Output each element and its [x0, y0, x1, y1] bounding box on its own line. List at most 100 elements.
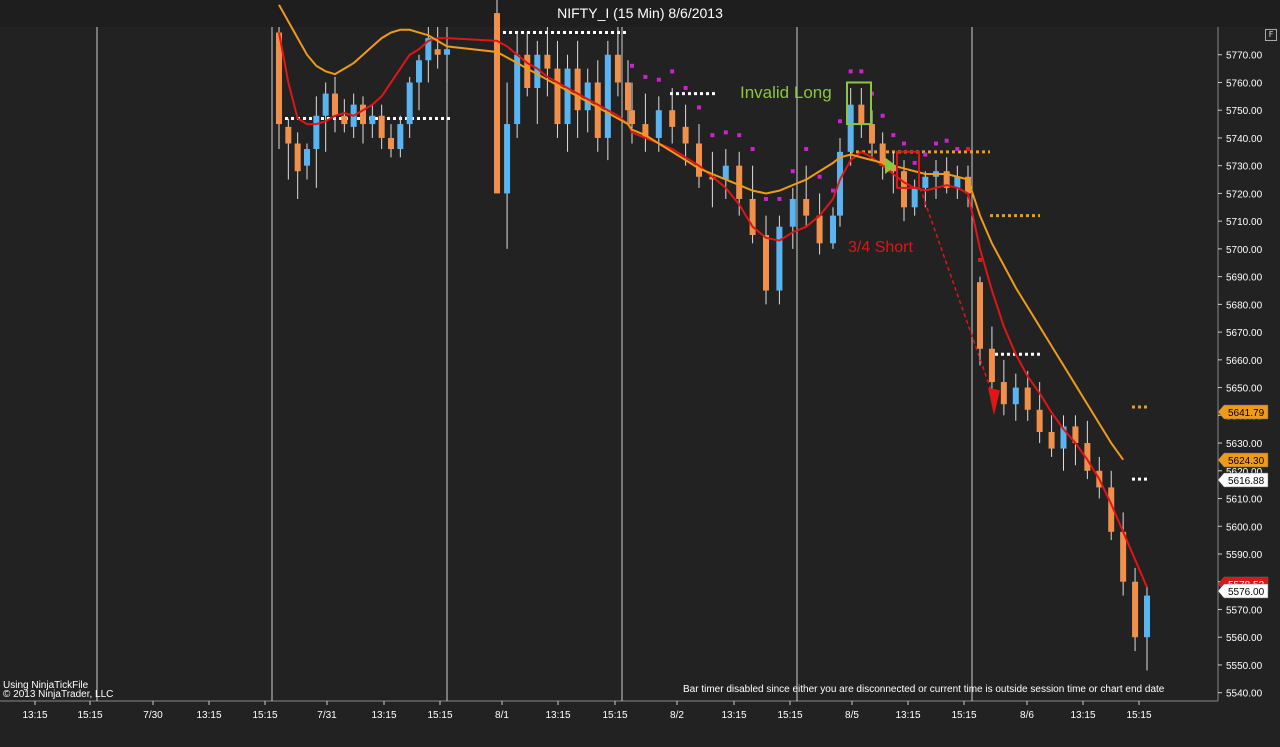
sar-dot: [859, 69, 864, 74]
x-axis: 13:15 15:15 7/30 13:15 15:15 7/31 13:15 15:15 8/…: [22, 701, 1152, 721]
candle-body: [1132, 581, 1139, 638]
candle-body: [313, 115, 320, 150]
y-tick-label: 5630.00: [1226, 439, 1263, 450]
candle-body: [789, 198, 796, 227]
price-marker-label: 5641.79: [1228, 408, 1265, 419]
y-tick-label: 5650.00: [1226, 384, 1263, 395]
candle-body: [847, 104, 854, 152]
candle-body: [285, 126, 292, 144]
candle-body: [564, 68, 571, 125]
y-tick-label: 5750.00: [1226, 106, 1263, 117]
x-tick-label: 13:15: [196, 710, 221, 721]
price-marker-label: 5624.30: [1228, 456, 1265, 467]
sar-dot: [710, 133, 715, 138]
candle-body: [1048, 431, 1055, 449]
candle-body: [294, 143, 301, 172]
invalid-long-label: Invalid Long: [740, 83, 832, 102]
candle-body: [406, 82, 413, 125]
x-tick-label: 15:15: [777, 710, 802, 721]
sar-dot: [777, 196, 782, 201]
sar-dot: [790, 169, 795, 174]
candle-body: [1144, 595, 1150, 638]
x-tick-label: 15:15: [427, 710, 452, 721]
sar-dot: [923, 152, 928, 157]
y-tick-label: 5670.00: [1226, 328, 1263, 339]
candle-body: [397, 124, 404, 150]
y-tick-label: 5550.00: [1226, 661, 1263, 672]
x-tick-label: 8/5: [845, 710, 859, 721]
candle-body: [444, 49, 450, 55]
x-tick-label: 8/6: [1020, 710, 1034, 721]
sar-dot: [902, 141, 906, 146]
x-tick-label: 13:15: [721, 710, 746, 721]
x-tick-label: 8/1: [495, 710, 509, 721]
candle-body: [604, 54, 611, 138]
candle-body: [736, 165, 743, 199]
x-tick-label: 15:15: [1126, 710, 1151, 721]
y-tick-label: 5770.00: [1226, 51, 1263, 62]
candle-body: [434, 49, 441, 55]
sar-dot: [966, 147, 970, 152]
sar-dot: [912, 160, 917, 165]
candle-body: [524, 54, 531, 89]
sar-dot: [764, 196, 768, 201]
chart-window: NIFTY_I (15 Min) 8/6/2013 F 5540.00 5550.…: [0, 0, 1280, 747]
candle-body: [332, 93, 338, 116]
sar-dot: [750, 147, 755, 152]
candle-body: [584, 82, 591, 111]
price-chart[interactable]: 5540.005550.005560.005570.005580.005590.…: [0, 0, 1280, 747]
candle-body: [816, 215, 823, 244]
candle-body: [544, 54, 551, 69]
sar-dot: [817, 174, 822, 179]
sar-dot: [737, 133, 742, 138]
y-axis: 5540.005550.005560.005570.005580.005590.…: [1218, 51, 1263, 700]
candle-body: [1000, 382, 1007, 405]
candle-body: [594, 82, 601, 138]
candle-body: [388, 137, 394, 150]
candle-body: [682, 126, 689, 144]
candle-body: [629, 110, 635, 125]
candle-body: [722, 165, 729, 180]
x-tick-label: 15:15: [77, 710, 102, 721]
y-tick-label: 5570.00: [1226, 605, 1263, 616]
candle-body: [614, 54, 621, 83]
candle-body: [322, 93, 329, 116]
candle-body: [574, 68, 581, 111]
x-tick-label: 13:15: [22, 710, 47, 721]
x-tick-label: 7/30: [143, 710, 163, 721]
y-tick-label: 5760.00: [1226, 78, 1263, 89]
sar-dot: [697, 105, 701, 110]
x-tick-label: 15:15: [951, 710, 976, 721]
candle-body: [954, 176, 961, 188]
candle-body: [1024, 387, 1031, 410]
candle-body: [776, 226, 783, 291]
x-tick-label: 8/2: [670, 710, 684, 721]
sar-dot: [934, 141, 938, 146]
candle-body: [922, 176, 929, 188]
y-tick-label: 5690.00: [1226, 273, 1263, 284]
copyright-note: © 2013 NinjaTrader, LLC: [3, 689, 114, 700]
candle-body: [1120, 531, 1127, 582]
candle-body: [988, 348, 995, 383]
candle-body: [669, 110, 676, 127]
candle-body: [803, 198, 810, 216]
sar-dot: [838, 119, 842, 124]
candle-body: [763, 235, 769, 291]
x-tick-label: 13:15: [895, 710, 920, 721]
x-tick-label: 15:15: [252, 710, 277, 721]
sar-dot: [656, 77, 661, 82]
candle-body: [341, 115, 348, 125]
sar-dot: [723, 130, 728, 135]
sar-dot: [978, 257, 982, 262]
bar-timer-note: Bar timer disabled since either you are …: [683, 684, 1165, 695]
candle-body: [554, 68, 561, 125]
candle-body: [911, 187, 918, 208]
candle-body: [1036, 409, 1043, 432]
sar-dot: [831, 188, 835, 193]
price-marker-label: 5616.88: [1228, 476, 1265, 487]
sar-dot: [955, 147, 960, 152]
candle-body: [504, 124, 511, 194]
y-tick-label: 5540.00: [1226, 689, 1263, 700]
y-tick-label: 5730.00: [1226, 162, 1263, 173]
candle-body: [416, 60, 422, 83]
